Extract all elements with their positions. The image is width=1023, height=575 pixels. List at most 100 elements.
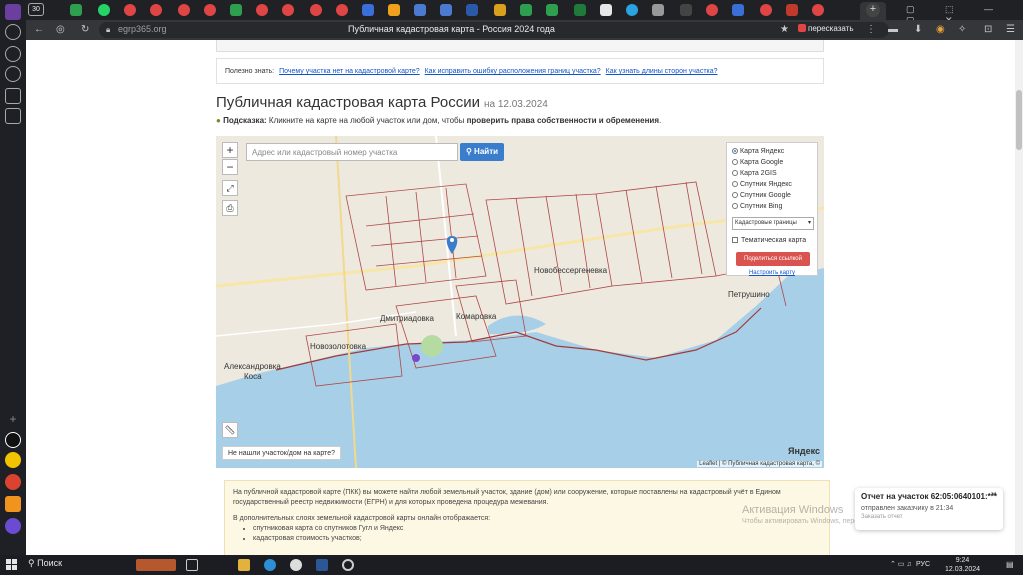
tab-favicon-icon[interactable] — [282, 4, 294, 16]
clock[interactable]: 9:24 12.03.2024 — [945, 556, 980, 574]
tab-favicon-icon[interactable] — [178, 4, 190, 16]
location-icon[interactable] — [5, 474, 21, 490]
tab-favicon-icon[interactable] — [362, 4, 374, 16]
notifications-icon[interactable]: ▤ — [1006, 560, 1014, 569]
tab-strip: 30 + ▢ ⬚ — ▢ ✕ — [26, 0, 1023, 25]
tab-favicon-icon[interactable] — [786, 4, 798, 16]
smiley-icon[interactable] — [5, 452, 21, 468]
tab-favicon-icon[interactable] — [204, 4, 216, 16]
why-no-parcel-link[interactable]: Почему участка нет на кадастровой карте? — [279, 68, 420, 75]
tab-favicon-icon[interactable] — [150, 4, 162, 16]
map-search-button[interactable]: ⚲ Найти — [460, 143, 504, 161]
tab-favicon-icon[interactable] — [124, 4, 136, 16]
profile-icon[interactable]: ⊡ — [984, 24, 992, 36]
assistant-icon[interactable] — [5, 518, 21, 534]
tab-favicon-icon[interactable] — [732, 4, 744, 16]
layer-option[interactable]: Спутник Google — [732, 190, 812, 201]
zoom-in-button[interactable]: + — [222, 142, 238, 158]
adblock-icon[interactable]: ◎ — [56, 24, 65, 36]
extension-icon[interactable]: ✧ — [958, 24, 966, 36]
history-icon[interactable] — [5, 24, 21, 40]
windows-start-icon[interactable] — [6, 559, 18, 571]
layer-option[interactable]: Спутник Яндекс — [732, 179, 812, 190]
close-icon[interactable]: ✕ — [990, 490, 997, 499]
clock-icon[interactable] — [5, 46, 21, 62]
thematic-checkbox[interactable]: Тематическая карта — [732, 236, 812, 246]
taskbar-search[interactable]: ⚲ Поиск — [28, 558, 62, 569]
notification-toast[interactable]: Отчет на участок 62:05:0640101:*** отпра… — [855, 488, 1003, 530]
bookmark-icon[interactable]: ★ — [780, 24, 789, 36]
retell-button[interactable]: пересказать — [798, 24, 854, 33]
tab-favicon-icon[interactable] — [680, 4, 692, 16]
sparkle-icon[interactable] — [5, 432, 21, 448]
layer-option[interactable]: Спутник Bing — [732, 201, 812, 212]
tab-favicon-icon[interactable] — [652, 4, 664, 16]
tab-favicon-icon[interactable] — [574, 4, 586, 16]
layer-option[interactable]: Карта Google — [732, 157, 812, 168]
download-icon[interactable]: ⬇ — [914, 24, 922, 36]
share-link-button[interactable]: Поделиться ссылкой — [736, 252, 810, 266]
menu-icon[interactable]: ☰ — [1006, 24, 1015, 36]
ruler-icon[interactable]: 📏︎ — [222, 422, 238, 438]
zoom-out-button[interactable]: − — [222, 159, 238, 175]
more-icon[interactable]: ⋮ — [866, 24, 876, 36]
tab-favicon-icon[interactable] — [440, 4, 452, 16]
tab-favicon-icon[interactable] — [812, 4, 824, 16]
app-icon[interactable] — [342, 559, 354, 571]
tab-favicon-icon[interactable] — [600, 4, 612, 16]
map-attribution[interactable]: Leaflet | © Публичная кадастровая карта,… — [697, 461, 822, 467]
tab-favicon-icon[interactable] — [70, 4, 82, 16]
tab-favicon-icon[interactable] — [256, 4, 268, 16]
tab-favicon-icon[interactable] — [706, 4, 718, 16]
tab-favicon-icon[interactable] — [310, 4, 322, 16]
tab-favicon-icon[interactable] — [520, 4, 532, 16]
setup-map-link[interactable]: Настроить карту — [732, 270, 812, 276]
url-text[interactable]: egrp365.org — [118, 24, 167, 34]
play-icon[interactable] — [5, 66, 21, 82]
new-tab-icon[interactable]: + — [866, 3, 880, 17]
language-indicator[interactable]: РУС — [916, 561, 930, 568]
tray-icons[interactable]: ⌃ ▭ ♫ — [890, 560, 912, 568]
tab-favicon-icon[interactable] — [466, 4, 478, 16]
add-panel-icon[interactable]: + — [5, 412, 21, 428]
tab-favicon-icon[interactable] — [336, 4, 348, 16]
print-icon[interactable]: ⎙ — [222, 200, 238, 216]
extension-icon[interactable]: ◉ — [936, 24, 945, 36]
tabs-icon[interactable] — [5, 88, 21, 104]
fullscreen-icon[interactable]: ⤢ — [222, 180, 238, 196]
tab-favicon-icon[interactable] — [546, 4, 558, 16]
news-widget-icon[interactable] — [136, 559, 176, 571]
task-view-icon[interactable] — [186, 559, 198, 571]
reload-icon[interactable]: ↻ — [81, 24, 89, 36]
side-lengths-link[interactable]: Как узнать длины сторон участка? — [606, 68, 718, 75]
cadastral-map[interactable]: Новобессергеневка Дмитриадовка Комаровка… — [216, 136, 824, 468]
overlay-select[interactable]: Кадастровые границы ▾ — [732, 217, 814, 230]
toast-link[interactable]: Заказать отчет — [861, 514, 997, 520]
tab-favicon-icon[interactable] — [626, 4, 638, 16]
map-search-input[interactable]: Адрес или кадастровый номер участка — [246, 143, 458, 161]
fix-border-error-link[interactable]: Как исправить ошибку расположения границ… — [425, 68, 601, 75]
layer-option[interactable]: Карта Яндекс — [732, 146, 812, 157]
collections-icon[interactable] — [5, 108, 21, 124]
shop-icon[interactable] — [5, 496, 21, 512]
scrollbar-thumb[interactable] — [1016, 90, 1022, 150]
tab-favicon-icon[interactable] — [414, 4, 426, 16]
place-label: Коса — [244, 372, 262, 381]
back-icon[interactable]: ← — [34, 24, 44, 36]
tab-favicon-icon[interactable] — [760, 4, 772, 16]
browser-logo-icon[interactable] — [5, 4, 21, 20]
word-icon[interactable] — [316, 559, 328, 571]
not-found-button[interactable]: Не нашли участок/дом на карте? — [222, 446, 341, 460]
extension-icon[interactable]: ▬ — [888, 24, 898, 36]
tab-favicon-icon[interactable] — [494, 4, 506, 16]
taskbar-search-label: Поиск — [37, 558, 63, 568]
file-explorer-icon[interactable] — [238, 559, 250, 571]
yandex-browser-icon[interactable] — [290, 559, 302, 571]
tab-favicon-icon[interactable] — [98, 4, 110, 16]
tab-counter[interactable]: 30 — [28, 3, 44, 16]
edge-icon[interactable] — [264, 559, 276, 571]
radio-icon — [732, 170, 738, 176]
tab-favicon-icon[interactable] — [388, 4, 400, 16]
layer-option[interactable]: Карта 2GIS — [732, 168, 812, 179]
tab-favicon-icon[interactable] — [230, 4, 242, 16]
